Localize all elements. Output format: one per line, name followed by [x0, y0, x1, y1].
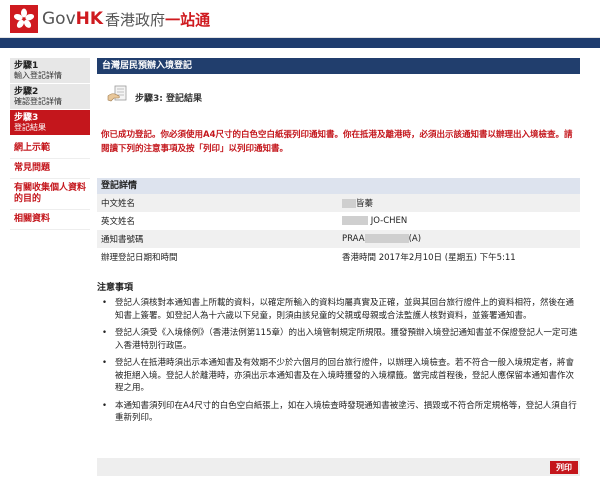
- detail-value-prefix: PRAA: [342, 234, 365, 244]
- document-hand-icon: [107, 85, 127, 102]
- logo-text-zh-gov: 香港政府: [105, 10, 166, 29]
- list-item: • 登記人須核對本通知書上所載的資料，以確定所輸入的資料均屬真實及正確，並與其回台…: [97, 297, 580, 322]
- site-header: Gov HK 香港政府 一站通: [0, 0, 600, 38]
- detail-value: 香港時間 2017年2月10日 (星期五) 下午5:11: [338, 248, 580, 266]
- redaction-mask: [342, 216, 368, 225]
- redaction-mask: [364, 234, 409, 243]
- sidebar-link-related-info[interactable]: 相關資料: [10, 210, 90, 230]
- table-row: 辦理登記日期和時間 香港時間 2017年2月10日 (星期五) 下午5:11: [97, 248, 580, 266]
- step-title: 步驟3: [14, 113, 39, 123]
- sidebar-link-online-demo[interactable]: 網上示範: [10, 139, 90, 159]
- page-title: 台灣居民預辦入境登記: [97, 58, 580, 74]
- bullet: •: [102, 328, 108, 338]
- detail-label: 辦理登記日期和時間: [97, 248, 338, 266]
- notes-title: 注意事項: [97, 283, 134, 293]
- step-subtitle: 確認登記詳情: [14, 97, 62, 106]
- govhk-logo[interactable]: Gov HK 香港政府 一站通: [10, 4, 210, 34]
- detail-value: JO-CHEN: [338, 212, 580, 230]
- step-subtitle: 登記結果: [14, 123, 46, 132]
- print-button[interactable]: 列印: [550, 461, 578, 474]
- note-text: 登記人須核對本通知書上所載的資料，以確定所輸入的資料均屬真實及正確，並與其回台旅…: [115, 298, 575, 321]
- table-row: 通知書號碼 PRAA (A): [97, 230, 580, 248]
- bullet: •: [102, 298, 108, 308]
- details-heading: 登記詳情: [97, 178, 580, 194]
- bauhinia-icon: [10, 5, 38, 33]
- main-content: 台灣居民預辦入境登記 步驟3: 登記結果 你已成功登記。你必須使用A4尺寸的白色…: [97, 58, 580, 430]
- logo-text-hk: HK: [75, 9, 104, 29]
- table-row: 英文姓名 JO-CHEN: [97, 212, 580, 230]
- step-label: 步驟3: 登記結果: [135, 94, 202, 104]
- sidebar-step-3-active: 步驟3 登記結果: [10, 110, 90, 136]
- note-text: 本通知書須列印在A4尺寸的白色空白紙張上，如在入境檢查時發現通知書被塗污、損毀或…: [115, 400, 577, 424]
- notes-list: • 登記人須核對本通知書上所載的資料，以確定所輸入的資料均屬真實及正確，並與其回台…: [97, 297, 580, 425]
- list-item: • 登記人在抵港時須出示本通知書及有效期不少於六個月的回台旅行證件，以辦理入境檢查…: [97, 357, 580, 395]
- note-text: 登記人須受《入境條例》（香港法例第115章）的出入境管制規定所規限。獲發預辦入境…: [115, 328, 578, 351]
- sidebar-link-faq[interactable]: 常見問題: [10, 159, 90, 179]
- bullet: •: [102, 358, 108, 368]
- bullet: •: [102, 400, 108, 411]
- detail-label: 中文姓名: [97, 194, 338, 212]
- sidebar: 步驟1 輸入登記詳情 步驟2 確認登記詳情 步驟3 登記結果 網上示範 常見問題…: [10, 58, 90, 230]
- detail-value-suffix: (A): [408, 234, 422, 244]
- detail-value: PRAA (A): [338, 230, 580, 248]
- redaction-mask: [342, 199, 356, 208]
- logo-text-gov: Gov: [42, 9, 76, 29]
- sidebar-step-1: 步驟1 輸入登記詳情: [10, 58, 90, 84]
- step-title: 步驟2: [14, 87, 39, 97]
- header-navy-bar: [0, 38, 600, 48]
- list-item: • 本通知書須列印在A4尺寸的白色空白紙張上，如在入境檢查時發現通知書被塗污、損毀…: [97, 400, 580, 425]
- notes-section: 注意事項 • 登記人須核對本通知書上所載的資料，以確定所輸入的資料均屬真實及正確，…: [97, 280, 580, 425]
- success-notice: 你已成功登記。你必須使用A4尺寸的白色空白紙張列印通知書。你在抵港及離港時，必須…: [101, 130, 573, 154]
- logo-text-zh-onestop: 一站通: [165, 10, 211, 29]
- detail-label: 通知書號碼: [97, 230, 338, 248]
- sidebar-link-personal-data-purpose[interactable]: 有關收集個人資料的目的: [10, 179, 90, 210]
- note-text: 登記人在抵港時須出示本通知書及有效期不少於六個月的回台旅行證件，以辦理入境檢查。…: [115, 358, 575, 393]
- detail-value-text: 皆蓁: [356, 199, 374, 209]
- step-subtitle: 輸入登記詳情: [14, 71, 62, 80]
- detail-value: 皆蓁: [338, 194, 580, 212]
- step-heading: 步驟3: 登記結果: [97, 74, 580, 122]
- sidebar-step-2: 步驟2 確認登記詳情: [10, 84, 90, 110]
- step-title: 步驟1: [14, 61, 39, 71]
- table-row: 中文姓名 皆蓁: [97, 194, 580, 212]
- detail-label: 英文姓名: [97, 212, 338, 230]
- detail-value-text: JO-CHEN: [370, 216, 408, 226]
- list-item: • 登記人須受《入境條例》（香港法例第115章）的出入境管制規定所規限。獲發預辦入…: [97, 327, 580, 352]
- action-bar: 列印: [97, 458, 580, 476]
- details-table: 中文姓名 皆蓁 英文姓名 JO-CHEN 通知書號碼 PRAA (A) 辦理登記日…: [97, 194, 580, 266]
